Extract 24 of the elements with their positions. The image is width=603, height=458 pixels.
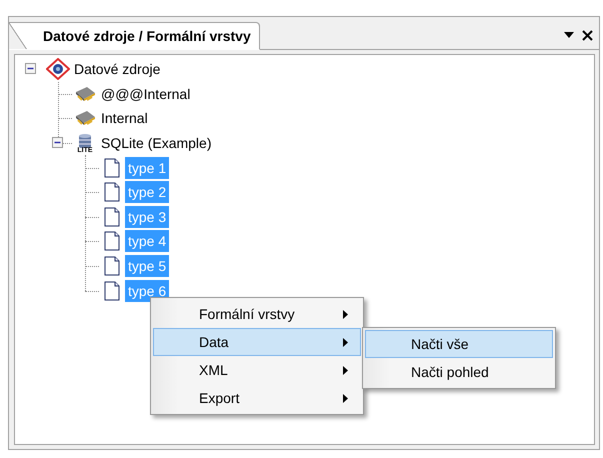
close-icon[interactable] [582,30,593,40]
tree-item[interactable]: Internal [98,107,151,130]
tree-item[interactable]: @@@Internal [98,82,194,105]
chip-icon [73,109,97,128]
dropdown-icon[interactable] [564,32,574,38]
menu-item[interactable]: Formální vrstvy [153,300,361,328]
menu-item[interactable]: Data [153,328,361,356]
document-icon [104,158,120,178]
menu-item[interactable]: Načti vše [365,330,553,358]
document-icon [104,231,120,252]
document-icon [104,206,120,227]
panel-tab[interactable]: Datové zdroje / Formální vrstvy [9,22,260,50]
tree-item[interactable]: SQLite (Example) [98,132,214,154]
menu-item[interactable]: Načti pohled [365,358,553,386]
document-icon [104,256,120,276]
menu-item[interactable]: XML [153,356,361,384]
collapse-icon[interactable] [25,63,36,74]
target-icon [46,58,70,80]
collapse-icon[interactable] [52,136,63,148]
document-icon [104,182,120,202]
document-icon [104,280,120,301]
chip-icon [73,84,97,103]
tree-item[interactable]: Datové zdroje [71,58,164,80]
menu-item[interactable]: Export [153,384,361,412]
